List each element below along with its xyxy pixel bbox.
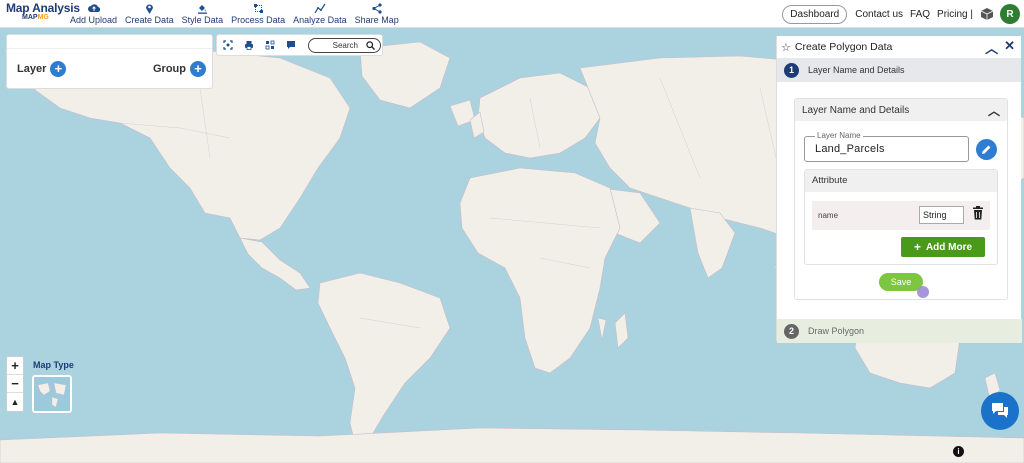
step-layer-details[interactable]: 1 Layer Name and Details [777,58,1021,82]
measure-icon[interactable] [265,40,275,50]
layer-name-label: Layer Name [815,131,863,140]
step-draw-polygon[interactable]: 2 Draw Polygon [777,319,1022,343]
info-icon[interactable]: i [953,446,964,457]
trash-icon[interactable] [973,206,983,220]
add-layer-button[interactable]: + [50,61,67,77]
chevron-up-icon[interactable]: ︿ [988,102,1000,119]
nav-analyze-data[interactable]: Analyze Data [289,2,351,25]
attribute-name[interactable]: name [818,211,838,220]
faq-link[interactable]: FAQ [910,9,930,20]
comment-icon[interactable] [286,40,296,50]
layer-name-input[interactable] [815,143,955,155]
create-polygon-panel: ☆ Create Polygon Data ︿ ✕ 1 Layer Name a… [776,36,1022,343]
print-icon[interactable] [244,40,254,50]
cloud-upload-icon [87,2,100,14]
collapse-icon[interactable]: ︿ [985,38,998,57]
top-navbar: Map Analysis MAPMG Add Upload Create Dat… [0,0,1024,28]
step-label: Layer Name and Details [808,65,905,75]
search-input[interactable]: Search [308,37,381,53]
pointer-cursor [917,286,929,298]
map-type-label: Map Type [33,360,74,370]
nav-share-map[interactable]: Share Map [351,2,403,25]
zoom-controls: + − ▲ [6,356,24,412]
step-number: 1 [784,62,799,78]
nav-add-upload[interactable]: Add Upload [66,2,121,25]
step-number: 2 [784,323,799,339]
layer-panel: Layer + Group + [6,34,213,89]
logo-title: Map Analysis [6,1,80,15]
layer-label: Layer [17,63,47,75]
star-icon[interactable]: ☆ [781,41,791,54]
panel-title: Create Polygon Data [794,41,893,53]
search-icon [366,40,375,50]
search-placeholder: Search [332,40,358,50]
contact-link[interactable]: Contact us [855,9,903,20]
fullscreen-icon[interactable] [223,40,233,50]
attribute-section: Attribute name String + Add More [804,169,998,265]
edit-layer-name-button[interactable] [976,139,997,160]
zoom-in-button[interactable]: + [7,357,23,375]
layer-row: Layer + [17,61,67,77]
map-toolbar: Search [216,34,383,56]
chat-button[interactable] [981,392,1019,430]
avatar[interactable]: R [1000,4,1020,24]
layer-panel-header [7,35,212,49]
nav-style-data[interactable]: Style Data [178,2,228,25]
group-row: Group + [153,61,206,77]
attribute-title: Attribute [805,170,997,192]
layer-name-field[interactable]: Layer Name [804,131,969,162]
main-nav: Add Upload Create Data Style Data Proces… [66,2,403,25]
attribute-row: name String [812,201,990,230]
save-button[interactable]: Save [879,273,923,291]
pricing-link[interactable]: Pricing | [937,9,973,20]
close-icon[interactable]: ✕ [1004,38,1015,57]
logo-subtitle: MAPMG [22,14,49,21]
add-group-button[interactable]: + [190,61,206,77]
add-more-button[interactable]: + Add More [901,237,985,257]
map-pin-icon [143,2,155,14]
plus-icon: + [913,240,921,254]
nav-process-data[interactable]: Process Data [227,2,289,25]
layer-details-section: Layer Name and Details ︿ Layer Name Attr… [794,98,1008,300]
attribute-type-select[interactable]: String [919,206,964,224]
header-right: Dashboard Contact us FAQ Pricing | R [782,0,1024,28]
map-type-thumbnail[interactable] [32,375,72,413]
cube-icon[interactable] [980,7,994,21]
section-title: Layer Name and Details [802,104,910,116]
chat-icon [992,403,1008,418]
analyze-icon [314,2,326,14]
app-logo[interactable]: Map Analysis MAPMG [6,1,80,21]
pencil-icon [982,145,991,154]
nav-create-data[interactable]: Create Data [121,2,178,25]
step-label: Draw Polygon [808,326,865,336]
reset-north-button[interactable]: ▲ [7,393,23,411]
section-header[interactable]: Layer Name and Details ︿ [795,99,1007,121]
group-label: Group [153,63,186,75]
panel-header: ☆ Create Polygon Data ︿ ✕ [777,36,1021,58]
zoom-out-button[interactable]: − [7,375,23,393]
share-icon [371,2,383,14]
dashboard-button[interactable]: Dashboard [782,4,848,24]
process-icon [252,2,264,14]
paint-bucket-icon [196,2,208,14]
add-more-label: Add More [925,241,973,253]
